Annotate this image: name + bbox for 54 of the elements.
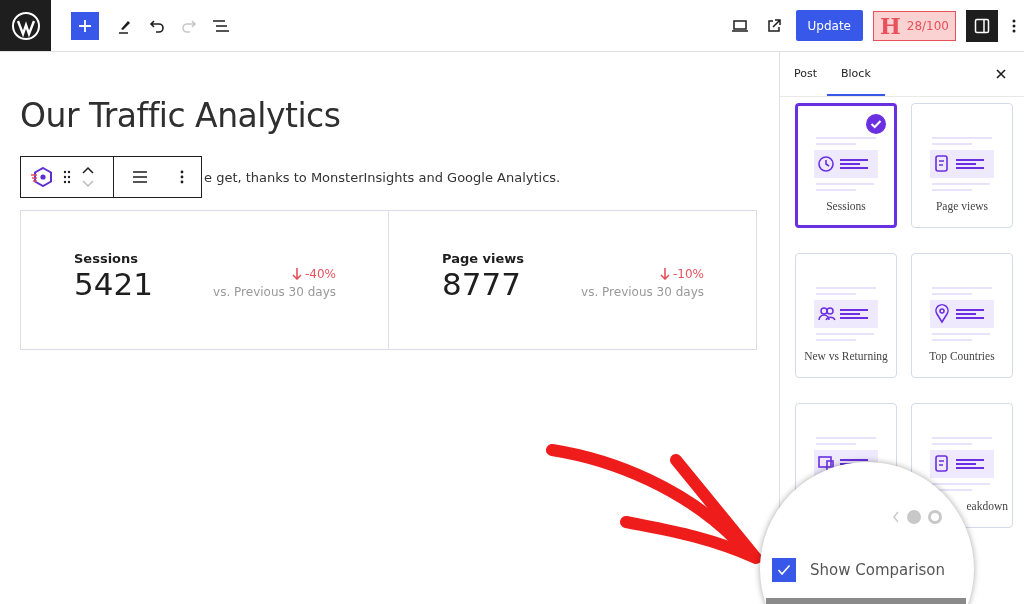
check-circle-icon	[866, 114, 886, 134]
report-card[interactable]: Page views	[911, 103, 1013, 228]
move-up-down-icon[interactable]	[81, 165, 95, 189]
card-label: eakdown	[966, 500, 1008, 512]
report-thumbnail-drawing	[814, 136, 878, 192]
stat-value: 8777	[442, 266, 522, 304]
align-icon[interactable]	[132, 170, 148, 184]
wordpress-logo[interactable]	[0, 0, 51, 51]
redo-icon	[181, 18, 197, 33]
card-label: Sessions	[826, 200, 866, 212]
report-thumbnail-drawing	[930, 286, 994, 342]
drag-handle-icon[interactable]	[63, 170, 71, 184]
sidebar-tab[interactable]: Post	[784, 52, 827, 96]
wordpress-logo-icon	[10, 10, 41, 41]
stat-value: 5421	[74, 266, 153, 304]
close-button[interactable]	[994, 67, 1008, 81]
list-view-icon	[212, 18, 230, 33]
comparison-text: vs. Previous 30 days	[581, 285, 704, 299]
card-label: Top Countries	[929, 350, 995, 362]
external-link-icon	[765, 17, 782, 34]
laptop-icon	[730, 18, 749, 33]
report-thumbnail-drawing	[814, 286, 878, 342]
add-block-button[interactable]	[71, 11, 99, 40]
sidebar-panel-icon	[974, 17, 990, 34]
settings-toggle-button[interactable]	[966, 9, 998, 42]
more-vertical-icon[interactable]	[180, 169, 184, 185]
report-card[interactable]: Sessions	[795, 103, 897, 228]
sidebar-tab[interactable]: Block	[827, 52, 885, 96]
undo-icon	[149, 18, 165, 33]
card-label: New vs Returning	[804, 350, 888, 362]
down-arrow-icon	[660, 268, 670, 280]
report-card[interactable]: New vs Returning	[795, 253, 897, 378]
report-card[interactable]: Top Countries	[911, 253, 1013, 378]
comparison-text: vs. Previous 30 days	[213, 285, 336, 299]
close-icon	[996, 69, 1006, 79]
paragraph-text: e get, thanks to MonsterInsights and Google Analytics.	[204, 169, 561, 185]
checkbox-label: Show Comparison	[810, 561, 946, 579]
card-label: Page views	[935, 200, 989, 212]
more-vertical-icon	[1012, 17, 1016, 34]
stat-label: Sessions	[74, 251, 140, 266]
change-percent: -10%	[660, 267, 704, 281]
down-arrow-icon	[292, 268, 302, 280]
checkbox[interactable]	[772, 558, 796, 582]
plus-icon	[78, 18, 92, 33]
pager-dot[interactable]	[907, 510, 921, 524]
checkmark-icon	[777, 564, 791, 576]
report-thumbnail-drawing	[930, 136, 994, 192]
pager-dot[interactable]	[928, 510, 942, 524]
update-button[interactable]: Update	[795, 10, 863, 41]
stat-label: Page views	[442, 251, 525, 266]
post-title[interactable]: Our Traffic Analytics	[20, 96, 757, 135]
change-percent: -40%	[292, 267, 336, 281]
report-thumbnail-drawing	[930, 436, 994, 492]
hexagon-eye-icon[interactable]	[31, 167, 53, 187]
